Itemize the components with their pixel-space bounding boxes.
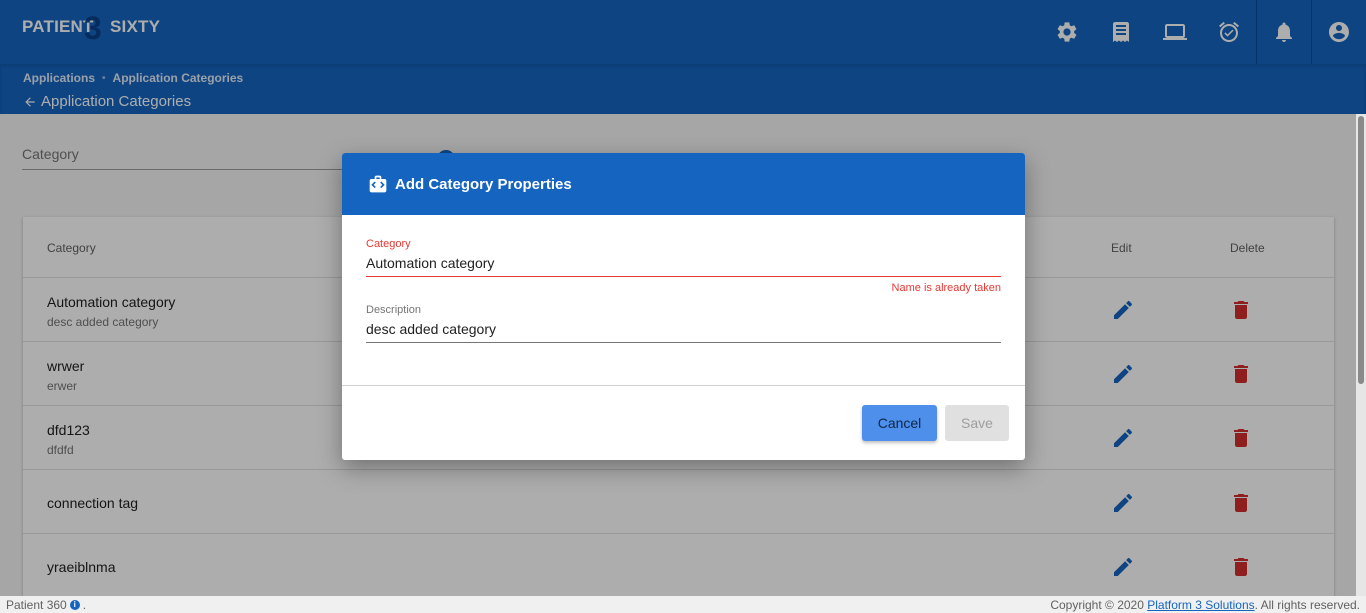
- copyright-suffix: . All rights reserved.: [1254, 598, 1360, 612]
- cancel-button[interactable]: Cancel: [862, 405, 937, 441]
- category-field[interactable]: Category Automation category Name is alr…: [366, 238, 1001, 294]
- footer: Patient 360 i . Copyright © 2020 Platfor…: [0, 596, 1366, 613]
- dialog-title: Add Category Properties: [395, 175, 572, 193]
- code-badge-icon: [369, 175, 387, 193]
- description-field[interactable]: Description desc added category: [366, 304, 1001, 343]
- scrollbar-thumb[interactable]: [1358, 116, 1364, 384]
- page-scrollbar[interactable]: [1356, 114, 1366, 596]
- category-field-input[interactable]: Automation category: [366, 250, 1001, 277]
- add-category-dialog: Add Category Properties Category Automat…: [342, 153, 1025, 460]
- footer-app-info: Patient 360 i .: [6, 598, 86, 612]
- save-button[interactable]: Save: [945, 405, 1009, 441]
- category-field-error: Name is already taken: [891, 282, 1001, 294]
- description-field-label: Description: [366, 304, 422, 316]
- category-field-label: Category: [366, 238, 411, 250]
- dialog-header: Add Category Properties: [342, 153, 1025, 215]
- footer-copyright: Copyright © 2020 Platform 3 Solutions. A…: [1050, 598, 1360, 612]
- footer-period: .: [82, 598, 87, 612]
- dialog-divider: [342, 385, 1025, 386]
- footer-app-name: Patient 360: [6, 598, 67, 612]
- info-icon[interactable]: i: [69, 600, 80, 610]
- company-link[interactable]: Platform 3 Solutions: [1147, 598, 1254, 612]
- description-field-input[interactable]: desc added category: [366, 316, 1001, 343]
- copyright-prefix: Copyright © 2020: [1050, 598, 1144, 612]
